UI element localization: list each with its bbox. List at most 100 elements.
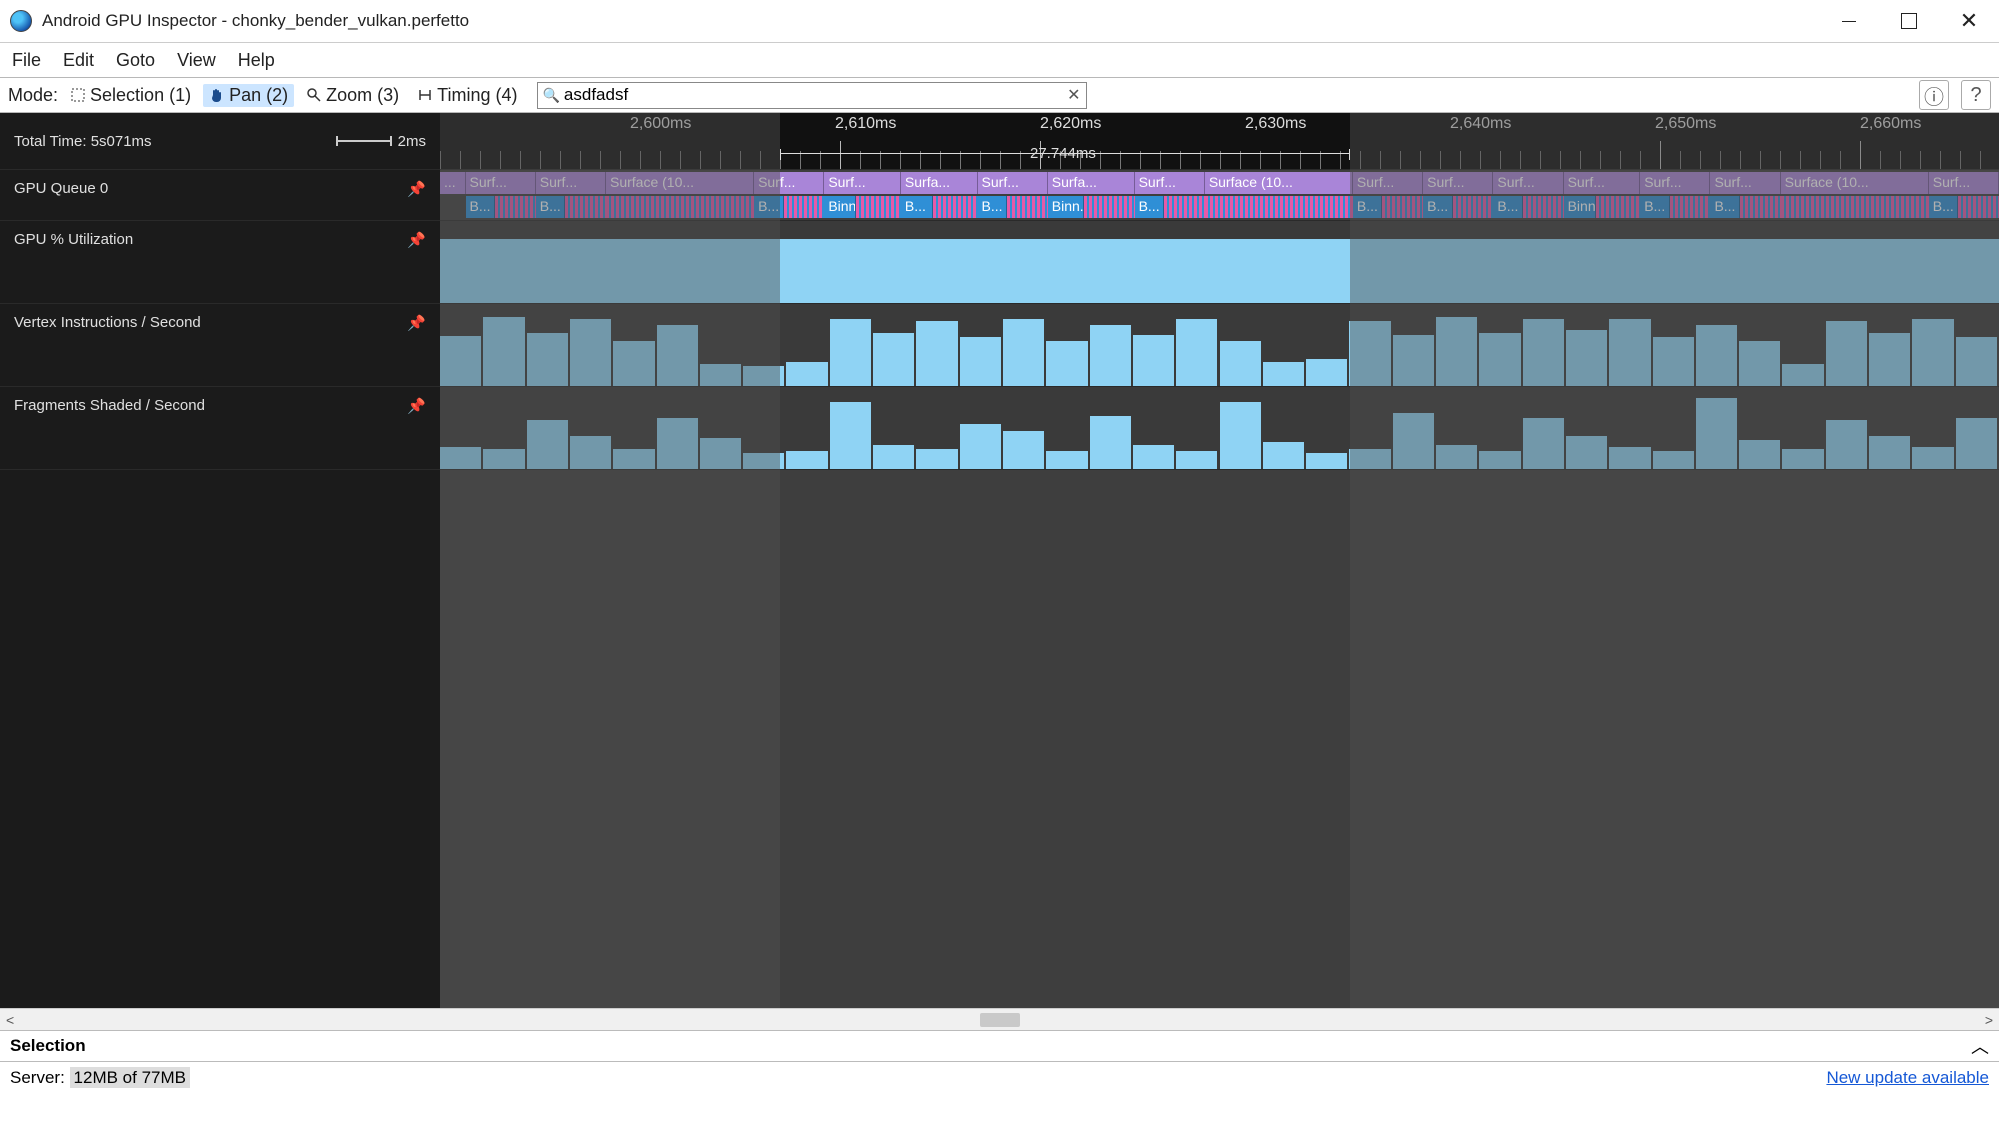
gpu-binning-slice[interactable]: B... xyxy=(1135,196,1164,218)
gpu-render-stripes[interactable] xyxy=(1453,196,1494,218)
chart-bar xyxy=(786,362,827,387)
selection-panel-header[interactable]: Selection ︿ xyxy=(0,1030,1999,1062)
gpu-render-stripes[interactable] xyxy=(1596,196,1640,218)
gpu-binning-slice[interactable]: B... xyxy=(1929,196,1958,218)
menu-help[interactable]: Help xyxy=(234,48,279,73)
pin-icon[interactable]: 📌 xyxy=(407,314,426,332)
track-gpu-utilization[interactable]: GPU % Utilization 📌 xyxy=(0,221,1999,304)
gpu-render-stripes[interactable] xyxy=(565,196,606,218)
gpu-binning-slice[interactable]: B... xyxy=(1353,196,1382,218)
chart-bar xyxy=(830,402,871,469)
gpu-render-stripes[interactable] xyxy=(1781,196,1929,218)
menu-edit[interactable]: Edit xyxy=(59,48,98,73)
gpu-render-stripes[interactable] xyxy=(606,196,754,218)
gpu-surface-slice[interactable]: Surf... xyxy=(1135,172,1205,194)
pin-icon[interactable]: 📌 xyxy=(407,180,426,198)
gpu-render-stripes[interactable] xyxy=(1007,196,1048,218)
gpu-surface-slice[interactable]: Surfa... xyxy=(1048,172,1135,194)
clear-search-button[interactable]: ✕ xyxy=(1067,85,1080,105)
chart-bar xyxy=(1133,445,1174,470)
gpu-surface-slice[interactable]: Surf... xyxy=(536,172,606,194)
gpu-binning-slice[interactable]: B... xyxy=(754,196,783,218)
chart-bar xyxy=(1956,418,1997,469)
gpu-binning-slice[interactable]: B... xyxy=(1710,196,1739,218)
gpu-binning-slice[interactable]: B... xyxy=(466,196,495,218)
gpu-render-stripes[interactable] xyxy=(1740,196,1781,218)
chart-bar xyxy=(440,447,481,469)
info-button[interactable]: ⓘ xyxy=(1919,80,1949,110)
gpu-surface-slice[interactable]: ... xyxy=(440,172,466,194)
chart-bar xyxy=(1090,416,1131,469)
gpu-surface-slice[interactable]: Surf... xyxy=(466,172,536,194)
gpu-surface-slice[interactable]: Surface (10... xyxy=(1781,172,1929,194)
scroll-left-arrow[interactable]: < xyxy=(6,1012,14,1028)
gpu-binning-slice[interactable]: B... xyxy=(901,196,933,218)
time-ruler[interactable]: Total Time: 5s071ms 2ms 27.744ms 2,600ms… xyxy=(0,113,1999,170)
gpu-surface-slice[interactable]: Surf... xyxy=(978,172,1048,194)
gpu-surface-slice[interactable]: Surfa... xyxy=(901,172,978,194)
update-available-link[interactable]: New update available xyxy=(1826,1068,1989,1088)
horizontal-scrollbar[interactable]: < > xyxy=(0,1008,1999,1030)
gpu-binning-slice[interactable]: Binn... xyxy=(1048,196,1084,218)
gpu-render-stripes[interactable] xyxy=(933,196,977,218)
chart-bar xyxy=(1176,451,1217,469)
window-maximize-button[interactable] xyxy=(1879,0,1939,42)
gpu-binning-slice[interactable]: B... xyxy=(1493,196,1522,218)
gpu-render-stripes[interactable] xyxy=(1164,196,1205,218)
gpu-binning-slice[interactable]: B... xyxy=(1423,196,1452,218)
chart-bar xyxy=(916,449,957,469)
gpu-surface-slice[interactable]: Surf... xyxy=(1423,172,1493,194)
gpu-binning-slice[interactable]: B... xyxy=(536,196,565,218)
gpu-render-stripes[interactable] xyxy=(1958,196,1999,218)
gpu-binning-slice[interactable]: Binn... xyxy=(824,196,856,218)
mode-zoom-button[interactable]: Zoom (3) xyxy=(300,84,405,107)
timeline-view[interactable]: Total Time: 5s071ms 2ms 27.744ms 2,600ms… xyxy=(0,113,1999,1008)
chart-bar xyxy=(1523,319,1564,386)
mode-timing-button[interactable]: Timing (4) xyxy=(411,84,523,107)
pin-icon[interactable]: 📌 xyxy=(407,397,426,415)
menu-file[interactable]: File xyxy=(8,48,45,73)
empty-timeline-area[interactable] xyxy=(0,470,1999,1008)
gpu-surface-slice[interactable]: Surf... xyxy=(754,172,824,194)
track-fragments-shaded[interactable]: Fragments Shaded / Second 📌 xyxy=(0,387,1999,470)
gpu-surface-slice[interactable]: Surf... xyxy=(1493,172,1563,194)
scroll-thumb[interactable] xyxy=(980,1013,1020,1027)
gpu-surface-slice[interactable]: Surf... xyxy=(1929,172,1999,194)
chart-bar xyxy=(1826,420,1867,469)
menu-view[interactable]: View xyxy=(173,48,220,73)
mode-selection-button[interactable]: Selection (1) xyxy=(64,84,197,107)
gpu-render-stripes[interactable] xyxy=(1382,196,1423,218)
gpu-surface-slice[interactable]: Surf... xyxy=(1710,172,1780,194)
help-button[interactable]: ? xyxy=(1961,80,1991,110)
menu-goto[interactable]: Goto xyxy=(112,48,159,73)
window-minimize-button[interactable] xyxy=(1819,0,1879,42)
mode-pan-button[interactable]: Pan (2) xyxy=(203,84,294,107)
gpu-surface-slice[interactable]: Surf... xyxy=(824,172,901,194)
gpu-render-stripes[interactable] xyxy=(495,196,536,218)
gpu-render-stripes[interactable] xyxy=(784,196,825,218)
chart-bar xyxy=(1523,418,1564,469)
gpu-surface-slice[interactable]: Surface (10... xyxy=(1205,172,1353,194)
chart-bar xyxy=(483,449,524,469)
gpu-surface-slice[interactable]: Surf... xyxy=(1564,172,1641,194)
gpu-surface-slice[interactable]: Surf... xyxy=(1640,172,1710,194)
gpu-render-stripes[interactable] xyxy=(1205,196,1353,218)
gpu-render-stripes[interactable] xyxy=(1084,196,1134,218)
app-icon xyxy=(10,10,32,32)
search-input[interactable] xyxy=(564,85,1061,105)
gpu-surface-slice[interactable]: Surface (10... xyxy=(606,172,754,194)
gpu-surface-slice[interactable]: Surf... xyxy=(1353,172,1423,194)
gpu-render-stripes[interactable] xyxy=(1670,196,1711,218)
gpu-render-stripes[interactable] xyxy=(1523,196,1564,218)
chevron-up-icon[interactable]: ︿ xyxy=(1971,1033,1989,1059)
gpu-render-stripes[interactable] xyxy=(856,196,900,218)
pin-icon[interactable]: 📌 xyxy=(407,231,426,249)
track-gpu-queue[interactable]: GPU Queue 0 📌 ...Surf...B...Surf...B...S… xyxy=(0,170,1999,221)
window-close-button[interactable]: ✕ xyxy=(1939,0,1999,42)
scroll-right-arrow[interactable]: > xyxy=(1985,1012,1993,1028)
track-vertex-instructions[interactable]: Vertex Instructions / Second 📌 xyxy=(0,304,1999,387)
gpu-binning-slice[interactable]: B... xyxy=(978,196,1007,218)
gpu-binning-slice[interactable]: Binn... xyxy=(1564,196,1596,218)
search-box[interactable]: 🔍 ✕ xyxy=(537,82,1087,109)
gpu-binning-slice[interactable]: B... xyxy=(1640,196,1669,218)
